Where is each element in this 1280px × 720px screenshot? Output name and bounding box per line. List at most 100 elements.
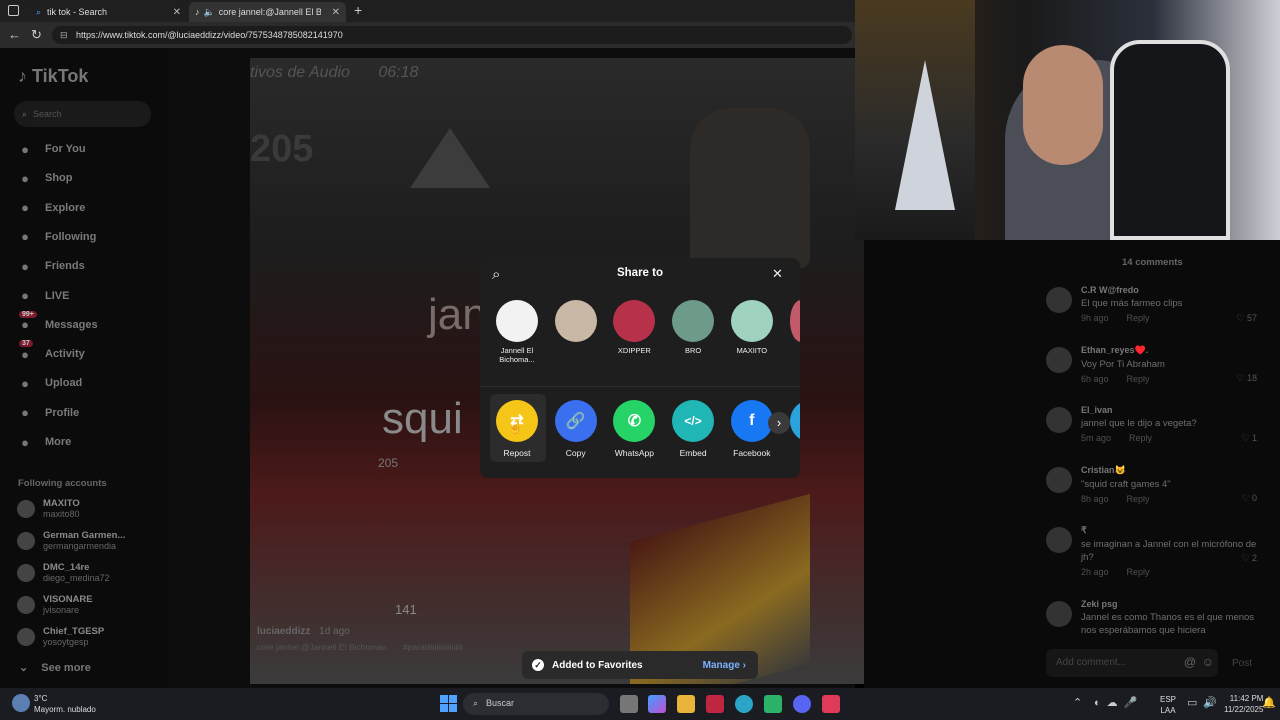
antivirus-icon[interactable] [706,695,724,713]
comment-input[interactable]: Add comment... @ ☺ [1046,649,1218,677]
copilot-icon[interactable] [648,695,666,713]
reply-button[interactable]: Reply [1127,494,1150,504]
share-contact[interactable]: XDIPPER [608,300,660,355]
network-sound-icons[interactable]: ▭🔊 [1187,696,1223,709]
avatar [730,300,773,342]
comment-user[interactable]: Ethan_reyes♥️. [1081,345,1257,356]
close-tab-icon[interactable]: ✕ [173,7,181,18]
friends-icon: ● [21,258,29,274]
url-field[interactable]: ⊟ https://www.tiktok.com/@luciaeddizz/vi… [52,26,852,44]
nav-item-profile[interactable]: ● Profile [17,405,79,421]
avatar[interactable] [1046,601,1072,627]
nav-item-upload[interactable]: ● Upload [17,375,82,391]
start-button[interactable] [440,695,457,712]
nav-label: Shop [45,172,73,185]
close-tab-icon[interactable]: ✕ [332,7,340,18]
see-more-button[interactable]: ⌄ See more [19,661,91,674]
following-account[interactable]: Chief_TGESP yosoytgesp [17,626,104,647]
nav-item-following[interactable]: ● Following [17,229,96,245]
nav-item-for-you[interactable]: ● For You [17,141,85,157]
following-account[interactable]: MAXITO maxito80 [17,498,80,519]
reply-button[interactable]: Reply [1129,433,1152,443]
comment-user[interactable]: C.R W@fredo [1081,285,1257,295]
avatar[interactable] [1046,527,1072,553]
following-account[interactable]: German Garmen... germangarmendia [17,530,125,551]
video-caption: core jannel:@Jannell El Bichoman #parati… [257,642,463,652]
avatar[interactable] [1046,287,1072,313]
share-copy-button[interactable]: 🔗 Copy [550,400,602,458]
discord-icon[interactable] [793,695,811,713]
file-explorer-icon[interactable] [677,695,695,713]
mention-icon[interactable]: @ [1184,655,1196,669]
close-icon[interactable]: ✕ [772,266,783,282]
more-icon: ● [21,434,29,450]
nav-item-friends[interactable]: ● Friends [17,258,85,274]
reply-button[interactable]: Reply [1127,567,1150,577]
notification-icon[interactable]: 🔔 [1262,696,1276,709]
new-tab-button[interactable]: + [354,2,362,18]
tab-tiktok-video[interactable]: ♪ 🔈 core jannel:@Jannell El Bichc ✕ [189,2,346,22]
speaker-icon[interactable]: 🔈 [204,7,215,18]
address-bar-row: ← ↻ ⊟ https://www.tiktok.com/@luciaeddiz… [0,22,855,48]
weather-icon[interactable] [12,694,30,712]
taskbar-search[interactable]: ⌕ Buscar [463,693,609,715]
tiktok-app-icon[interactable] [822,695,840,713]
nav-item-activity[interactable]: ● Activity 37 [17,340,85,362]
search-input[interactable]: ⌕ Search [14,101,151,127]
following-account[interactable]: DMC_14re diego_medina72 [17,562,110,583]
back-arrow-icon[interactable]: ← [8,27,21,42]
reply-button[interactable]: Reply [1127,313,1150,323]
emoji-icon[interactable]: ☺ [1202,655,1214,669]
task-view-icon[interactable] [620,695,638,713]
reload-icon[interactable]: ↻ [31,27,42,43]
comment-user[interactable]: Zeki psg [1081,599,1257,609]
nav-item-messages[interactable]: ● Messages 99+ [17,310,98,333]
avatar[interactable] [1046,467,1072,493]
comment-like[interactable]: ♡ 2 [1241,553,1257,564]
comment-user[interactable]: El_ivan [1081,405,1257,415]
nav-item-explore[interactable]: ● Explore [17,200,85,216]
tab-search[interactable]: ⌕ tik tok - Search ✕ [30,2,187,22]
nav-item-live[interactable]: ● LIVE [17,288,69,304]
reply-button[interactable]: Reply [1127,374,1150,384]
weather-widget[interactable]: 3°C Mayorm. nublado [34,693,96,715]
share-embed-button[interactable]: </> Embed [667,400,719,458]
webcam-face [1023,45,1103,165]
comment-like[interactable]: ♡ 0 [1241,493,1257,504]
window-menu-icon[interactable] [8,5,19,16]
share-whatsapp-button[interactable]: ✆ WhatsApp [608,400,660,458]
tray-icons[interactable]: ◐☁🎤 [1094,696,1143,709]
post-button[interactable]: Post [1232,658,1252,669]
video-person-shape [690,108,810,268]
comment-user[interactable]: Cristian😺 [1081,465,1257,476]
comment-like[interactable]: ♡ 57 [1236,313,1257,324]
video-overlay-big: squi [382,394,463,443]
partial-contact[interactable] [790,300,800,342]
manage-link[interactable]: Manage › [703,660,746,671]
avatar[interactable] [1046,407,1072,433]
comment-user[interactable]: ₹ [1081,525,1257,536]
android-app-icon[interactable] [764,695,782,713]
tray-chevron-icon[interactable]: ⌃ [1073,696,1082,709]
comment-like[interactable]: ♡ 1 [1241,433,1257,444]
nav-label: LIVE [45,289,70,302]
following-account[interactable]: VISONARE jvisonare [17,594,93,615]
comment-like[interactable]: ♡ 18 [1236,373,1257,384]
edge-icon[interactable] [735,695,753,713]
comments-panel: 14 comments C.R W@fredo El que más farmeo… [864,240,1280,688]
site-info-icon[interactable]: ⊟ [60,26,68,44]
share-contact[interactable]: MAXIITO [726,300,778,355]
share-contact[interactable] [550,300,602,346]
clock[interactable]: 11:42 PM 11/22/2025 [1224,693,1263,715]
language-indicator[interactable]: ESP LAA [1160,694,1176,716]
video-author[interactable]: luciaeddizz 1d ago [257,626,350,637]
url-text: https://www.tiktok.com/@luciaeddizz/vide… [76,30,343,40]
tiktok-logo[interactable]: ♪ TikTok [18,66,88,87]
share-contact[interactable]: BRO [667,300,719,355]
scroll-right-icon[interactable]: › [768,412,790,434]
avatar [496,300,538,342]
nav-item-shop[interactable]: ● Shop [17,170,73,186]
share-contact[interactable]: Jannell El Bichoma... [491,300,543,364]
avatar[interactable] [1046,347,1072,373]
nav-item-more[interactable]: ● More [17,434,71,450]
